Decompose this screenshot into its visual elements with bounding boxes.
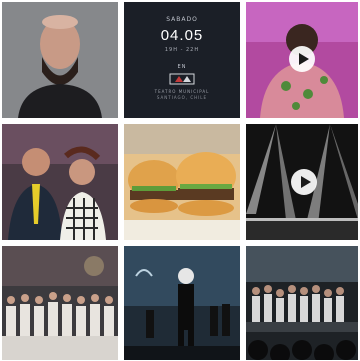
photo-grid: SABADO 04.05 19H - 22H EN TEATRO MUNICIP… (0, 0, 360, 361)
portrait-image (2, 2, 118, 118)
event-address: SANTIAGO, CHILE (156, 95, 208, 100)
stage-speaker-image (124, 246, 240, 360)
burgers-image (124, 124, 240, 240)
grid-tile-stage-speaker[interactable] (124, 246, 240, 360)
event-venue: TEATRO MUNICIPAL (154, 89, 210, 94)
venue-logo-icon (169, 73, 195, 85)
grid-tile-video-stage[interactable] (246, 124, 358, 240)
event-day: SABADO (166, 16, 198, 23)
grid-tile-crowd-stage[interactable] (246, 246, 358, 360)
grid-tile-burgers[interactable] (124, 124, 240, 240)
grid-tile-selfie[interactable] (2, 124, 118, 240)
crowd-stage-image (246, 246, 358, 360)
event-time: 19H - 22H (164, 47, 200, 53)
group-photo-image (2, 246, 118, 360)
event-date: 04.05 (160, 27, 204, 44)
grid-tile-portrait[interactable] (2, 2, 118, 118)
event-en: EN (177, 64, 187, 70)
play-icon[interactable] (289, 46, 315, 72)
grid-tile-event-card[interactable]: SABADO 04.05 19H - 22H EN TEATRO MUNICIP… (124, 2, 240, 118)
selfie-image (2, 124, 118, 240)
grid-tile-group-photo[interactable] (2, 246, 118, 360)
grid-tile-video-performer[interactable] (246, 2, 358, 118)
play-icon[interactable] (291, 169, 317, 195)
